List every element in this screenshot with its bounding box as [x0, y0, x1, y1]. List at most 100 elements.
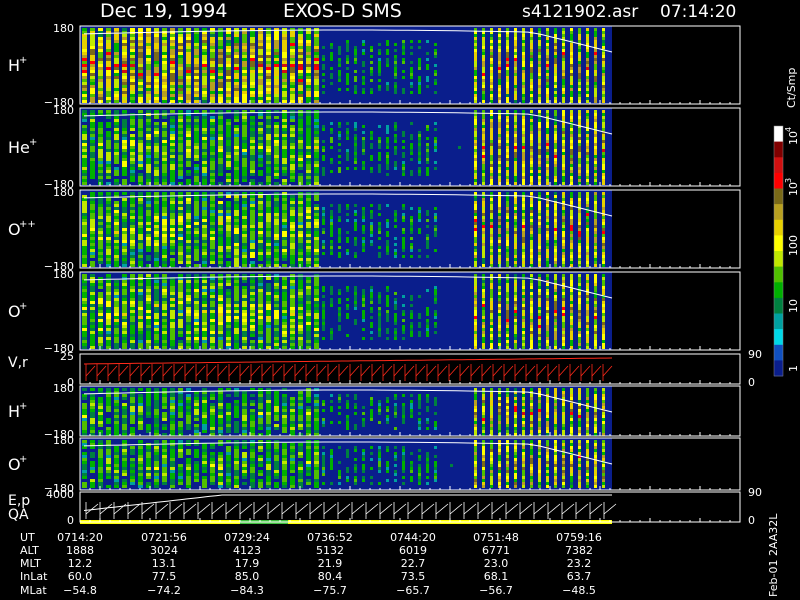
spectrogram-cell: [522, 243, 525, 246]
spectrogram-cell: [578, 231, 581, 234]
spectrogram-cell: [314, 337, 319, 340]
spectrogram-cell: [266, 234, 271, 237]
spectrogram-cell: [82, 198, 87, 201]
spectrogram-cell: [186, 334, 191, 337]
spectrogram-cell: [530, 179, 533, 182]
spectrogram-cell: [554, 249, 557, 252]
spectrogram-cell: [514, 204, 517, 207]
spectrogram-cell: [122, 161, 127, 164]
spectrogram-cell: [250, 234, 255, 237]
spectrogram-cell: [554, 170, 557, 173]
spectrogram-cell: [498, 210, 501, 213]
spectrogram-cell: [202, 155, 207, 158]
spectrogram-cell: [482, 131, 485, 134]
spectrogram-cell: [226, 134, 231, 137]
spectrogram-cell: [226, 164, 231, 167]
spectrogram-cell: [410, 152, 413, 155]
spectrogram-cell: [226, 88, 231, 91]
spectrogram-cell: [602, 179, 605, 182]
spectrogram-cell: [474, 182, 477, 185]
spectrogram-cell: [306, 225, 311, 228]
spectrogram-cell: [394, 216, 397, 219]
spectrogram-cell: [330, 222, 333, 225]
spectrogram-cell: [394, 237, 397, 240]
spectrogram-cell: [602, 225, 605, 228]
spectrogram-cell: [338, 298, 341, 301]
spectrogram-cell: [298, 40, 303, 43]
spectrogram-cell: [554, 110, 557, 113]
spectrogram-cell: [210, 243, 215, 246]
spectrogram-cell: [162, 325, 167, 328]
spectrogram-cell: [578, 119, 581, 122]
spectrogram-cell: [538, 234, 541, 237]
spectrogram-cell: [362, 231, 365, 234]
spectrogram-cell: [266, 119, 271, 122]
spectrogram-cell: [186, 152, 191, 155]
spectrogram-cell: [570, 158, 573, 161]
spectrogram-cell: [266, 34, 271, 37]
spectrogram-cell: [410, 246, 413, 249]
spectrogram-cell: [146, 325, 151, 328]
spectrogram-cell: [146, 40, 151, 43]
spectrogram-cell: [362, 207, 365, 210]
spectrogram-cell: [330, 337, 333, 340]
spectrogram-cell: [234, 325, 239, 328]
spectrogram-cell: [298, 137, 303, 140]
spectrogram-cell: [210, 261, 215, 264]
spectrogram-cell: [122, 316, 127, 319]
spectrogram-cell: [538, 46, 541, 49]
spectrogram-cell: [226, 283, 231, 286]
spectrogram-cell: [298, 125, 303, 128]
spectrogram-cell: [114, 322, 119, 325]
spectrogram-cell: [586, 222, 589, 225]
spectrogram-cell: [186, 76, 191, 79]
spectrogram-cell: [570, 37, 573, 40]
spectrogram-cell: [226, 76, 231, 79]
spectrogram-cell: [554, 76, 557, 79]
spectrogram-cell: [122, 252, 127, 255]
spectrogram-cell: [602, 261, 605, 264]
spectrogram-cell: [538, 204, 541, 207]
spectrogram-cell: [498, 146, 501, 149]
spectrogram-cell: [242, 213, 247, 216]
spectrogram-cell: [154, 240, 159, 243]
spectrogram-cell: [194, 204, 199, 207]
spectrogram-cell: [218, 240, 223, 243]
spectrogram-cell: [90, 79, 95, 82]
spectrogram-cell: [354, 49, 357, 52]
spectrogram-cell: [170, 207, 175, 210]
spectrogram-cell: [298, 246, 303, 249]
spectrogram-cell: [314, 295, 319, 298]
spectrogram-cell: [194, 234, 199, 237]
spectrogram-cell: [186, 73, 191, 76]
spectrogram-cell: [138, 313, 143, 316]
spectrogram-cell: [266, 58, 271, 61]
spectrogram-cell: [218, 310, 223, 313]
spectrogram-cell: [234, 97, 239, 100]
spectrogram-cell: [426, 161, 429, 164]
spectrogram-cell: [90, 88, 95, 91]
spectrogram-cell: [522, 122, 525, 125]
spectrogram-cell: [138, 134, 143, 137]
spectrogram-cell: [306, 37, 311, 40]
spectrogram-cell: [474, 252, 477, 255]
spectrogram-cell: [362, 328, 365, 331]
spectrogram-cell: [98, 131, 103, 134]
spectrogram-cell: [178, 155, 183, 158]
spectrogram-cell: [530, 46, 533, 49]
spectrogram-cell: [522, 225, 525, 228]
spectrogram-cell: [162, 79, 167, 82]
spectrogram-cell: [586, 79, 589, 82]
spectrogram-cell: [522, 161, 525, 164]
spectrogram-cell: [578, 219, 581, 222]
spectrogram-cell: [154, 249, 159, 252]
spectrogram-cell: [258, 234, 263, 237]
spectrogram-cell: [178, 76, 183, 79]
spectrogram-cell: [170, 176, 175, 179]
spectrogram-cell: [306, 70, 311, 73]
spectrogram-cell: [122, 100, 127, 103]
spectrogram-cell: [274, 289, 279, 292]
spectrogram-cell: [402, 170, 405, 173]
spectrogram-cell: [474, 52, 477, 55]
spectrogram-cell: [258, 307, 263, 310]
